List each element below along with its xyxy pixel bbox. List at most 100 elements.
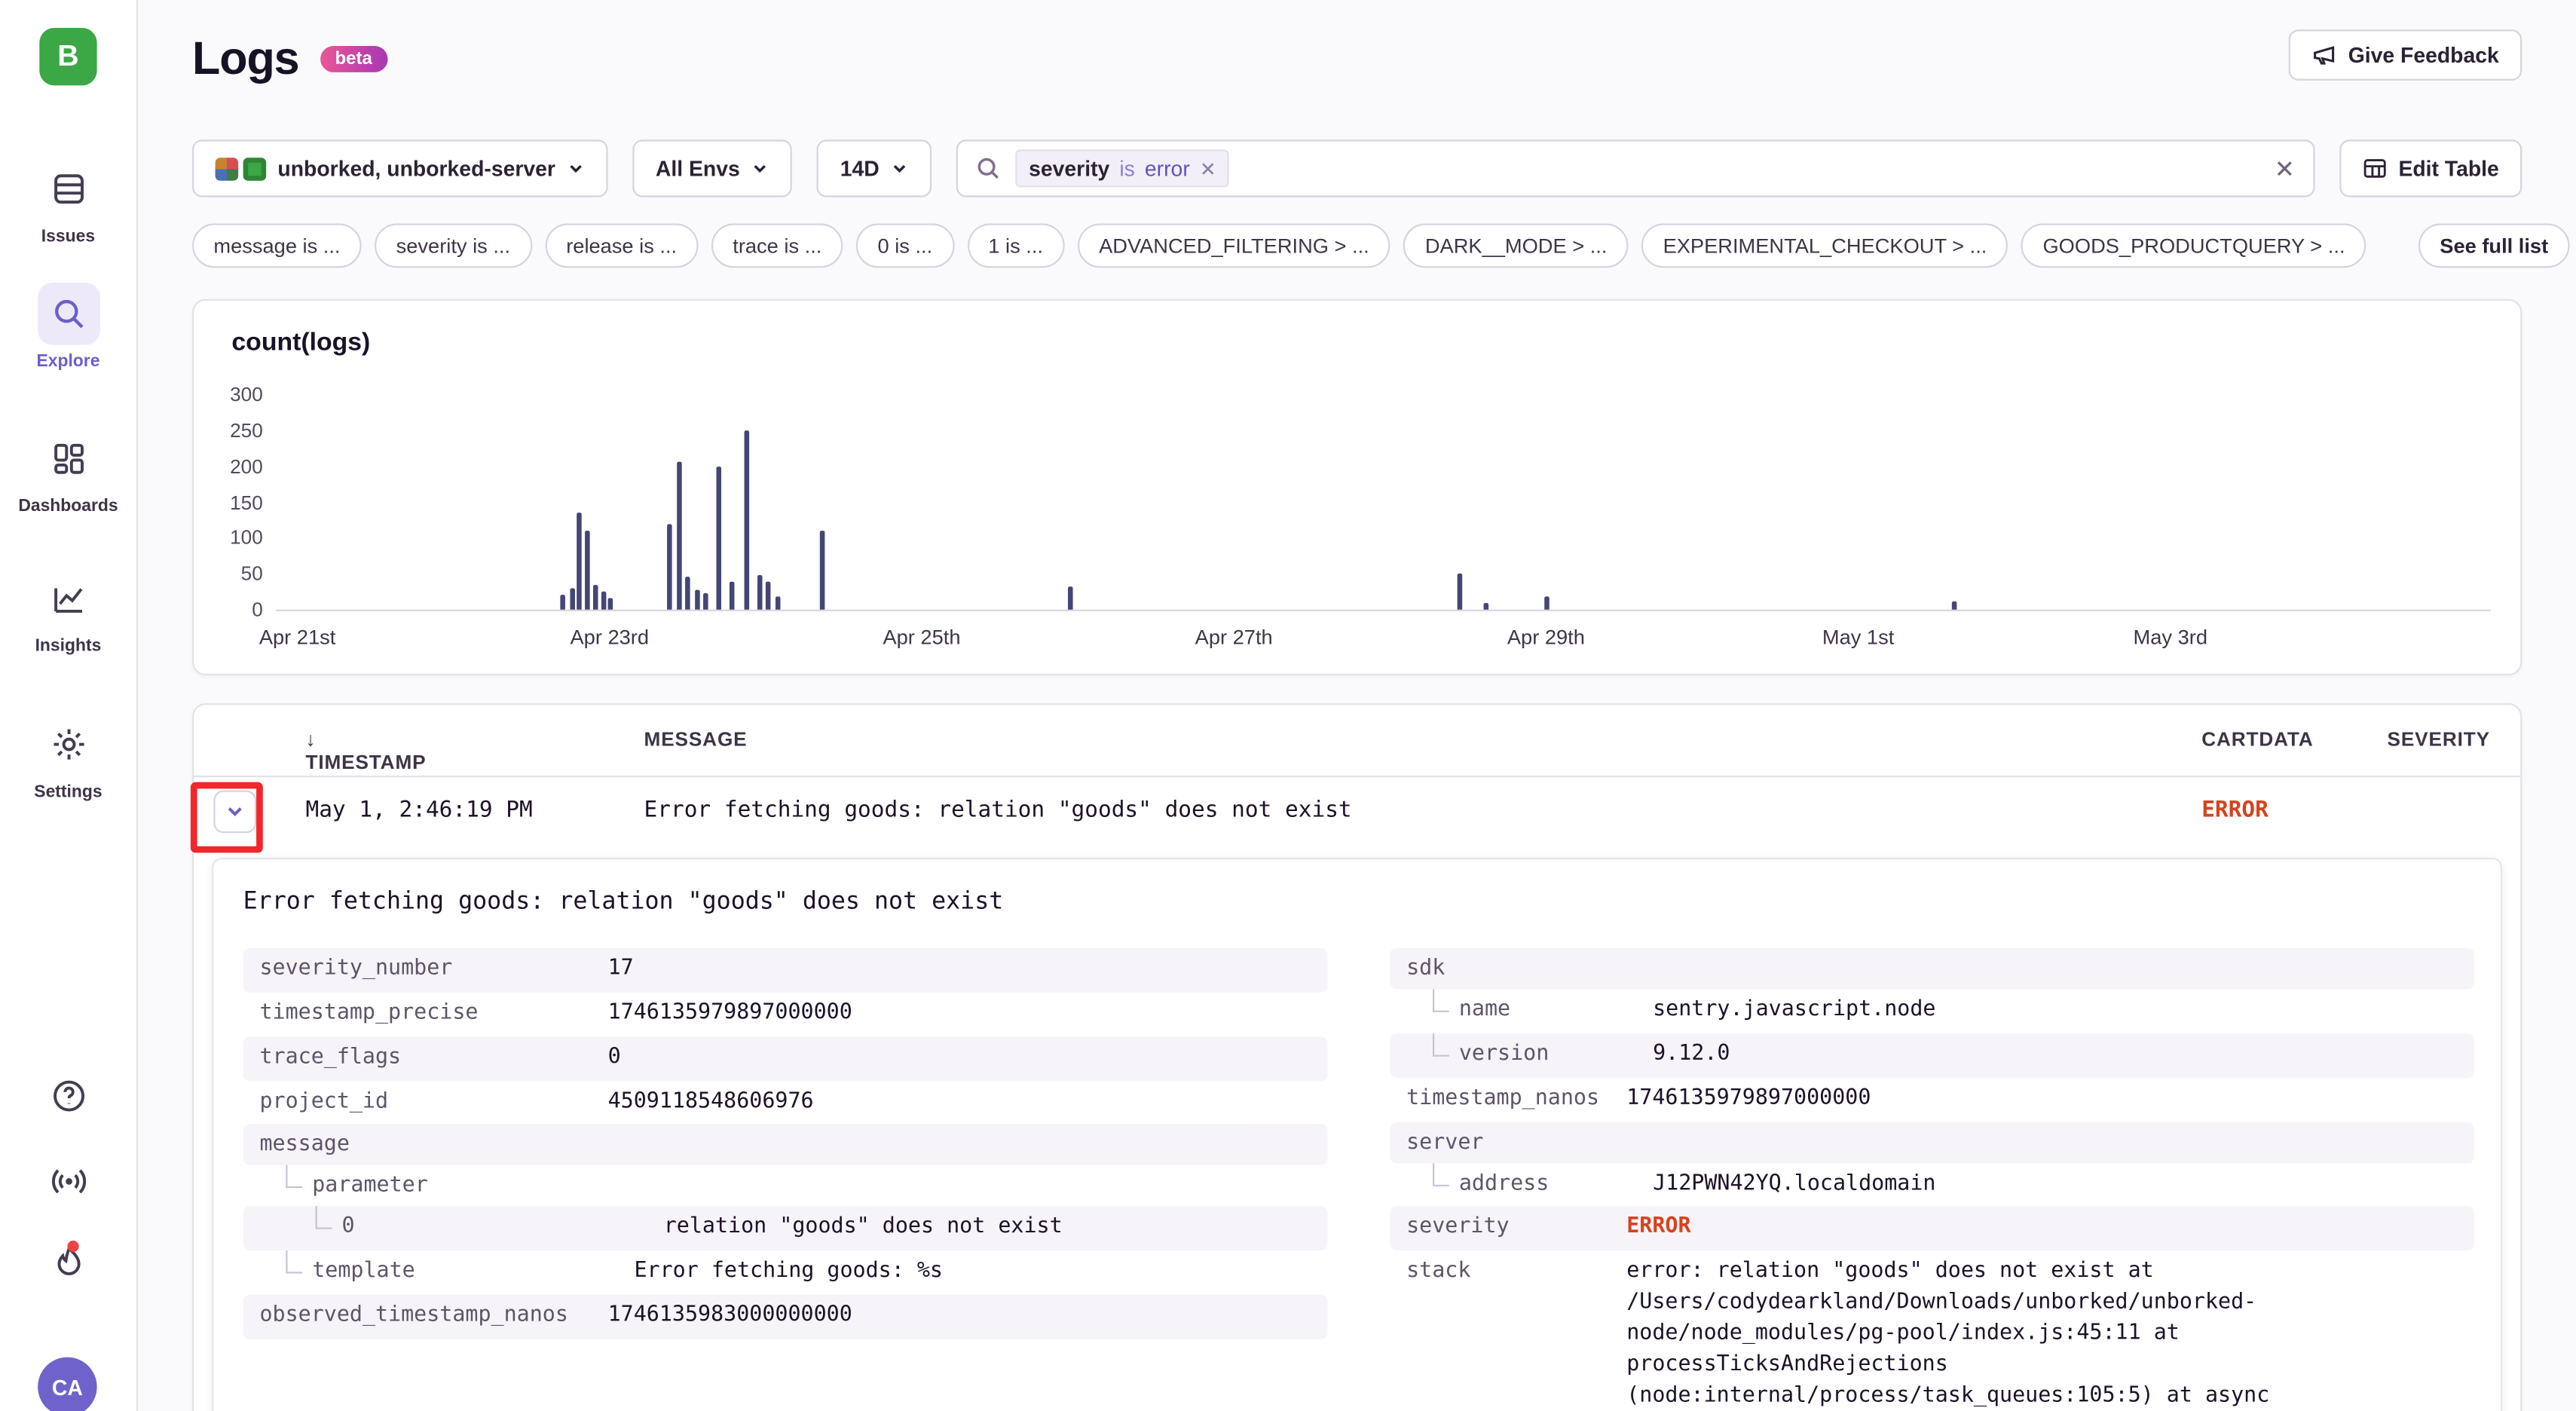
column-header-cartdata[interactable]: CARTDATA <box>2201 728 2313 751</box>
filter-chip[interactable]: GOODS_PRODUCTQUERY > ... <box>2021 223 2366 268</box>
broadcast-button[interactable] <box>0 1162 136 1201</box>
org-logo[interactable]: B <box>39 28 96 85</box>
sidebar-item-settings[interactable]: Settings <box>0 713 136 802</box>
attribute-key: timestamp_nanos <box>1406 1084 1599 1112</box>
filter-chip[interactable]: 1 is ... <box>967 223 1064 268</box>
attribute-table-right: sdknamesentry.javascript.nodeversion9.12… <box>1390 948 2474 1411</box>
chart-bar <box>776 597 781 610</box>
filter-chip[interactable]: DARK__MODE > ... <box>1404 223 1629 268</box>
attribute-key: stack <box>1406 1257 1470 1285</box>
date-range-selector[interactable]: 14D <box>817 139 932 197</box>
search-token[interactable]: severity is error ✕ <box>1016 149 1230 187</box>
attribute-value: 1746135979897000000 <box>608 999 1311 1030</box>
search-explore-icon <box>37 283 99 345</box>
sidebar-item-issues[interactable]: Issues <box>0 158 136 246</box>
remove-token-icon[interactable]: ✕ <box>1200 157 1216 180</box>
x-tick-label: May 3rd <box>2134 626 2207 650</box>
chart-bar <box>716 466 721 609</box>
sidebar-item-label: Settings <box>34 782 102 802</box>
attribute-row: project_id 4509118548606976 <box>243 1080 1328 1125</box>
table-icon <box>2362 156 2387 181</box>
clear-search-icon[interactable]: ✕ <box>2275 154 2295 183</box>
filter-chip[interactable]: EXPERIMENTAL_CHECKOUT > ... <box>1641 223 2008 268</box>
help-icon <box>48 1076 87 1116</box>
project-icon <box>216 157 239 180</box>
filter-chip[interactable]: trace is ... <box>711 223 843 268</box>
tree-connector <box>316 1207 332 1230</box>
chart-bar <box>1458 574 1463 610</box>
attribute-key: trace_flags <box>259 1043 401 1071</box>
table-header: TIMESTAMP ↓ MESSAGE CARTDATA SEVERITY <box>194 705 2520 777</box>
sidebar-item-label: Insights <box>35 636 102 656</box>
notification-dot <box>66 1241 78 1252</box>
attribute-row: severity_number17 <box>243 948 1328 993</box>
filter-chip[interactable]: message is ... <box>192 223 362 268</box>
attribute-key: 0 <box>341 1214 354 1241</box>
filter-chip[interactable]: release is ... <box>545 223 699 268</box>
y-tick-label: 0 <box>203 598 262 622</box>
column-header-timestamp[interactable]: TIMESTAMP ↓ <box>305 728 316 751</box>
chevron-down-icon <box>223 800 246 824</box>
sidebar-item-insights[interactable]: Insights <box>0 567 136 656</box>
filter-chip[interactable]: ADVANCED_FILTERING > ... <box>1078 223 1390 268</box>
chart-bar <box>766 581 772 610</box>
project-selector[interactable]: unborked, unborked-server <box>192 139 608 197</box>
chart-bar <box>585 531 590 610</box>
log-detail-panel: Error fetching goods: relation "goods" d… <box>212 858 2502 1411</box>
broadcast-icon <box>48 1162 87 1201</box>
y-tick-label: 250 <box>203 419 262 442</box>
detail-title: Error fetching goods: relation "goods" d… <box>243 889 2471 915</box>
logs-table: TIMESTAMP ↓ MESSAGE CARTDATA SEVERITY Ma… <box>192 703 2522 1411</box>
chart-bar <box>1543 597 1549 610</box>
sort-desc-icon: ↓ <box>305 728 316 751</box>
attribute-key: server <box>1406 1128 1483 1156</box>
chart-bar <box>685 577 690 610</box>
page-header: Logs beta <box>192 33 387 86</box>
sidebar-item-dashboards[interactable]: Dashboards <box>0 427 136 516</box>
user-avatar[interactable]: CA <box>38 1357 96 1411</box>
sidebar-item-label: Issues <box>41 227 95 246</box>
gear-icon <box>37 713 99 776</box>
filter-chip[interactable]: severity is ... <box>375 223 531 268</box>
edit-table-button[interactable]: Edit Table <box>2339 139 2522 197</box>
attribute-key: project_id <box>259 1087 388 1115</box>
attribute-value: 4509118548606976 <box>608 1087 1311 1118</box>
tree-connector <box>1433 1162 1449 1186</box>
whats-new-button[interactable] <box>0 1244 136 1283</box>
attribute-key: parameter <box>312 1172 428 1200</box>
search-input[interactable]: severity is error ✕ ✕ <box>956 139 2314 197</box>
attribute-row: timestamp_precise1746135979897000000 <box>243 992 1328 1036</box>
x-tick-label: Apr 23rd <box>571 626 650 650</box>
log-row[interactable]: May 1, 2:46:19 PM Error fetching goods: … <box>194 777 2520 848</box>
environment-selector[interactable]: All Envs <box>632 139 792 197</box>
x-tick-label: Apr 21st <box>259 626 336 650</box>
tree-connector <box>1433 989 1449 1012</box>
chart-bar <box>570 588 575 610</box>
attribute-value: Error fetching goods: %s <box>634 1257 1311 1288</box>
x-tick-label: Apr 29th <box>1507 626 1585 650</box>
y-tick-label: 300 <box>203 383 262 406</box>
filter-chip[interactable]: 0 is ... <box>856 223 953 268</box>
sidebar-item-explore[interactable]: Explore <box>0 283 136 372</box>
column-header-severity[interactable]: SEVERITY <box>2388 728 2490 751</box>
attribute-row: trace_flags 0 <box>243 1036 1328 1081</box>
attribute-value: 0 <box>608 1043 1311 1074</box>
sidebar: B Issues Explore <box>0 0 138 1411</box>
attribute-row: addressJ12PWN42YQ.localdomain <box>1390 1162 2474 1207</box>
attribute-key: sdk <box>1406 955 1445 983</box>
log-message: Error fetching goods: relation "goods" d… <box>644 797 1352 823</box>
chart-bar <box>609 598 614 609</box>
tree-connector <box>286 1165 302 1189</box>
help-button[interactable] <box>0 1076 136 1116</box>
tree-connector <box>286 1250 302 1274</box>
chart-bar <box>666 524 672 610</box>
megaphone-icon <box>2312 43 2337 68</box>
chart-bar <box>745 430 750 610</box>
expand-row-button[interactable] <box>213 791 256 834</box>
chart-bar <box>757 575 762 610</box>
give-feedback-button[interactable]: Give Feedback <box>2289 29 2522 81</box>
attribute-value: sentry.javascript.node <box>1653 996 2458 1027</box>
column-header-message[interactable]: MESSAGE <box>644 728 748 751</box>
see-full-list-button[interactable]: See full list <box>2418 223 2570 268</box>
attribute-key: address <box>1459 1169 1549 1197</box>
